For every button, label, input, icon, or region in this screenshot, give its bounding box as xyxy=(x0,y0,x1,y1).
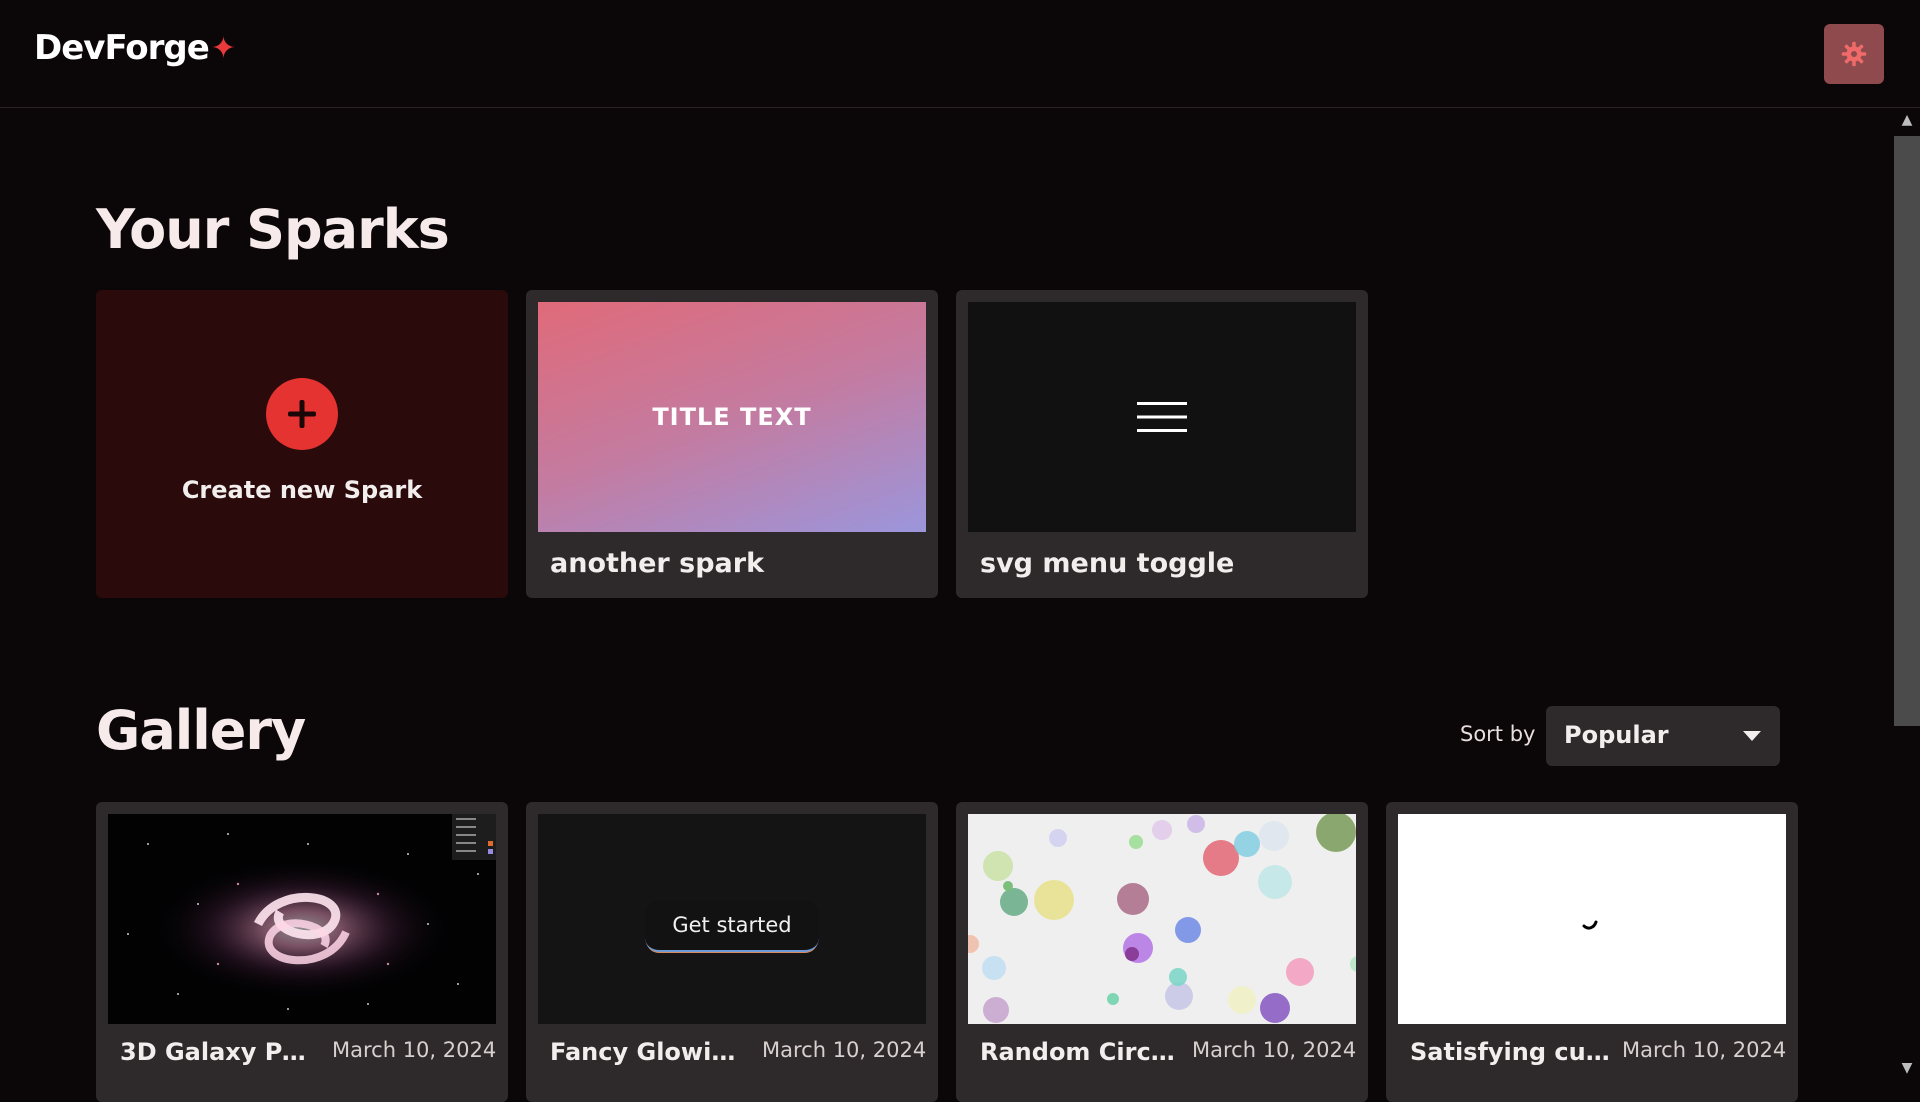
gallery-card[interactable]: Satisfying curl... March 10, 2024 xyxy=(1386,802,1798,1102)
hamburger-menu-icon xyxy=(1136,400,1188,434)
gallery-card-date: March 10, 2024 xyxy=(1192,1038,1356,1062)
gallery-card-title: Random Circles xyxy=(980,1038,1180,1066)
gallery-preview: Get started xyxy=(538,814,926,1024)
scroll-up-arrow-icon[interactable]: ▲ xyxy=(1894,110,1920,130)
top-bar: DevForge ✦ xyxy=(0,0,1920,108)
gallery-card[interactable]: Random Circles March 10, 2024 xyxy=(956,802,1368,1102)
spark-card[interactable]: svg menu toggle xyxy=(956,290,1368,598)
gallery-card-date: March 10, 2024 xyxy=(1622,1038,1786,1062)
gallery-card-title: Satisfying curl... xyxy=(1410,1038,1610,1066)
gear-icon xyxy=(1840,40,1868,68)
settings-button[interactable] xyxy=(1824,24,1884,84)
circles-preview-image xyxy=(968,814,1356,1024)
create-spark-label: Create new Spark xyxy=(96,476,508,504)
spark-card[interactable]: TITLE TEXT another spark xyxy=(526,290,938,598)
gallery-preview xyxy=(108,814,496,1024)
gallery-card-date: March 10, 2024 xyxy=(762,1038,926,1062)
sparks-section-title: Your Sparks xyxy=(96,198,449,261)
page-scrollbar[interactable]: ▲ ▼ xyxy=(1894,108,1920,1080)
curl-preview-image xyxy=(1398,814,1786,1024)
galaxy-preview-image xyxy=(108,814,496,1024)
gallery-card-title: 3D Galaxy Part... xyxy=(120,1038,320,1066)
spark-preview: TITLE TEXT xyxy=(538,302,926,532)
gallery-section-title: Gallery xyxy=(96,699,305,762)
spark-preview xyxy=(968,302,1356,532)
spark-name: another spark xyxy=(550,548,764,579)
sort-label: Sort by xyxy=(1460,722,1535,746)
preview-title-text: TITLE TEXT xyxy=(652,403,811,431)
gallery-card[interactable]: Get started Fancy Glowing... March 10, 2… xyxy=(526,802,938,1102)
create-spark-card[interactable]: Create new Spark xyxy=(96,290,508,598)
sort-dropdown[interactable]: Popular xyxy=(1546,706,1780,766)
plus-icon xyxy=(266,378,338,450)
sort-selected-value: Popular xyxy=(1564,721,1669,749)
scroll-thumb[interactable] xyxy=(1894,136,1920,726)
gallery-card[interactable]: 3D Galaxy Part... March 10, 2024 xyxy=(96,802,508,1102)
logo-spark-icon: ✦ xyxy=(211,31,235,66)
gallery-preview xyxy=(1398,814,1786,1024)
preview-get-started-button: Get started xyxy=(645,900,819,952)
logo-text: DevForge xyxy=(34,28,209,68)
gallery-card-date: March 10, 2024 xyxy=(332,1038,496,1062)
gallery-card-title: Fancy Glowing... xyxy=(550,1038,750,1066)
gallery-preview xyxy=(968,814,1356,1024)
spark-name: svg menu toggle xyxy=(980,548,1234,579)
logo[interactable]: DevForge ✦ xyxy=(34,28,235,68)
caret-down-icon xyxy=(1742,730,1762,742)
scroll-down-arrow-icon[interactable]: ▼ xyxy=(1894,1058,1920,1078)
